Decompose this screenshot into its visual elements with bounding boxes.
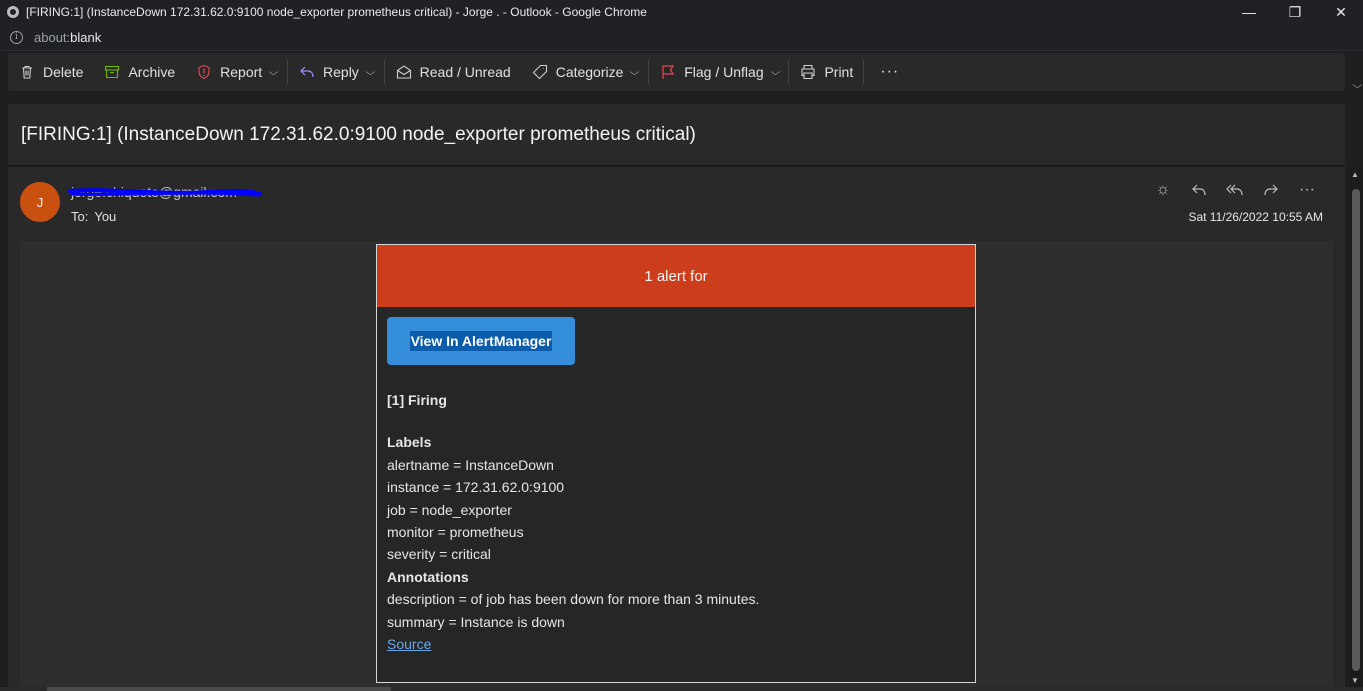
trash-icon — [18, 63, 36, 81]
more-actions-button[interactable]: ··· — [864, 63, 915, 81]
scrollbar-thumb[interactable] — [1352, 189, 1360, 671]
annotation-line: summary = Instance is down — [387, 613, 565, 630]
printer-icon — [799, 63, 817, 81]
labels-heading: Labels — [387, 434, 432, 451]
close-window-button[interactable]: ✕ — [1318, 0, 1363, 24]
message-subject: [FIRING:1] (InstanceDown 172.31.62.0:910… — [21, 123, 696, 145]
site-info-icon[interactable]: i — [10, 30, 23, 44]
alert-email-card: 1 alert for View In AlertManager [1] Fir… — [376, 244, 976, 683]
toolbar-expand-icon[interactable]: ⌵ — [1352, 80, 1362, 91]
reply-icon — [298, 63, 316, 81]
label-line: instance = 172.31.62.0:9100 — [387, 479, 565, 496]
to-label: To: — [71, 209, 89, 224]
report-button[interactable]: Report ⌵ — [185, 53, 287, 91]
message-datetime: Sat 11/26/2022 10:55 AM — [1188, 210, 1323, 224]
message-actions: ☼ ··· — [1145, 179, 1325, 201]
chevron-down-icon[interactable]: ⌵ — [269, 67, 279, 78]
alert-header: 1 alert for — [377, 245, 975, 307]
subject-panel: [FIRING:1] (InstanceDown 172.31.62.0:910… — [8, 104, 1345, 166]
address-bar[interactable]: i about:blank — [0, 24, 1363, 51]
horizontal-scrollbar-thumb[interactable] — [47, 687, 391, 691]
more-options-icon[interactable]: ··· — [1289, 179, 1325, 201]
chevron-down-icon[interactable]: ⌵ — [630, 67, 640, 78]
envelope-open-icon — [395, 63, 413, 81]
redaction-scribble — [68, 188, 262, 197]
message-panel: J jorge.chiquete@gmail.com To: You ☼ ··· … — [8, 167, 1345, 691]
alert-content: View In AlertManager [1] Firing Labels a… — [377, 307, 975, 655]
categorize-button[interactable]: Categorize ⌵ — [521, 53, 649, 91]
scroll-down-icon[interactable]: ▼ — [1351, 676, 1359, 685]
report-label: Report — [220, 64, 263, 80]
read-unread-label: Read / Unread — [419, 64, 511, 80]
window-titlebar: [FIRING:1] (InstanceDown 172.31.62.0:910… — [0, 0, 1363, 24]
reply-icon[interactable] — [1181, 179, 1217, 201]
source-link[interactable]: Source — [387, 636, 431, 652]
recipients-line: To: You — [71, 209, 116, 224]
label-line: job = node_exporter — [387, 501, 512, 518]
flag-label: Flag / Unflag — [684, 64, 764, 80]
chevron-down-icon[interactable]: ⌵ — [770, 67, 780, 78]
archive-icon — [103, 63, 121, 81]
reply-all-icon[interactable] — [1217, 179, 1253, 201]
delete-label: Delete — [43, 64, 84, 80]
reply-label: Reply — [323, 64, 359, 80]
label-line: monitor = prometheus — [387, 523, 524, 540]
reply-button[interactable]: Reply ⌵ — [288, 53, 384, 91]
print-label: Print — [824, 64, 854, 80]
url-text[interactable]: about:blank — [34, 30, 101, 45]
chrome-favicon-icon — [7, 6, 19, 18]
read-unread-button[interactable]: Read / Unread — [385, 53, 521, 91]
recipient[interactable]: You — [94, 209, 116, 224]
delete-button[interactable]: Delete — [8, 53, 93, 91]
window-title: [FIRING:1] (InstanceDown 172.31.62.0:910… — [26, 5, 647, 19]
archive-label: Archive — [128, 64, 176, 80]
flag-icon — [659, 63, 677, 81]
brightness-icon[interactable]: ☼ — [1145, 179, 1181, 201]
avatar[interactable]: J — [20, 182, 60, 222]
archive-button[interactable]: Archive — [93, 53, 185, 91]
firing-heading: [1] Firing — [387, 392, 447, 408]
categorize-label: Categorize — [555, 64, 624, 80]
annotations-heading: Annotations — [387, 568, 469, 585]
label-line: alertname = InstanceDown — [387, 456, 554, 473]
print-button[interactable]: Print — [789, 53, 863, 91]
message-toolbar: Delete Archive Report ⌵ Reply ⌵ Read / U… — [8, 53, 1345, 91]
tag-icon — [531, 63, 549, 81]
restore-button[interactable]: ❐ — [1272, 0, 1318, 24]
chevron-down-icon[interactable]: ⌵ — [365, 67, 375, 78]
label-line: severity = critical — [387, 546, 491, 563]
scroll-up-icon[interactable]: ▲ — [1351, 170, 1359, 179]
view-in-alertmanager-button[interactable]: View In AlertManager — [387, 317, 575, 365]
view-in-alertmanager-label: View In AlertManager — [409, 331, 553, 351]
minimize-button[interactable]: — — [1226, 0, 1272, 24]
forward-icon[interactable] — [1253, 179, 1289, 201]
report-shield-icon — [195, 63, 213, 81]
annotation-line: description = of job has been down for m… — [387, 591, 760, 608]
flag-button[interactable]: Flag / Unflag ⌵ — [649, 53, 788, 91]
